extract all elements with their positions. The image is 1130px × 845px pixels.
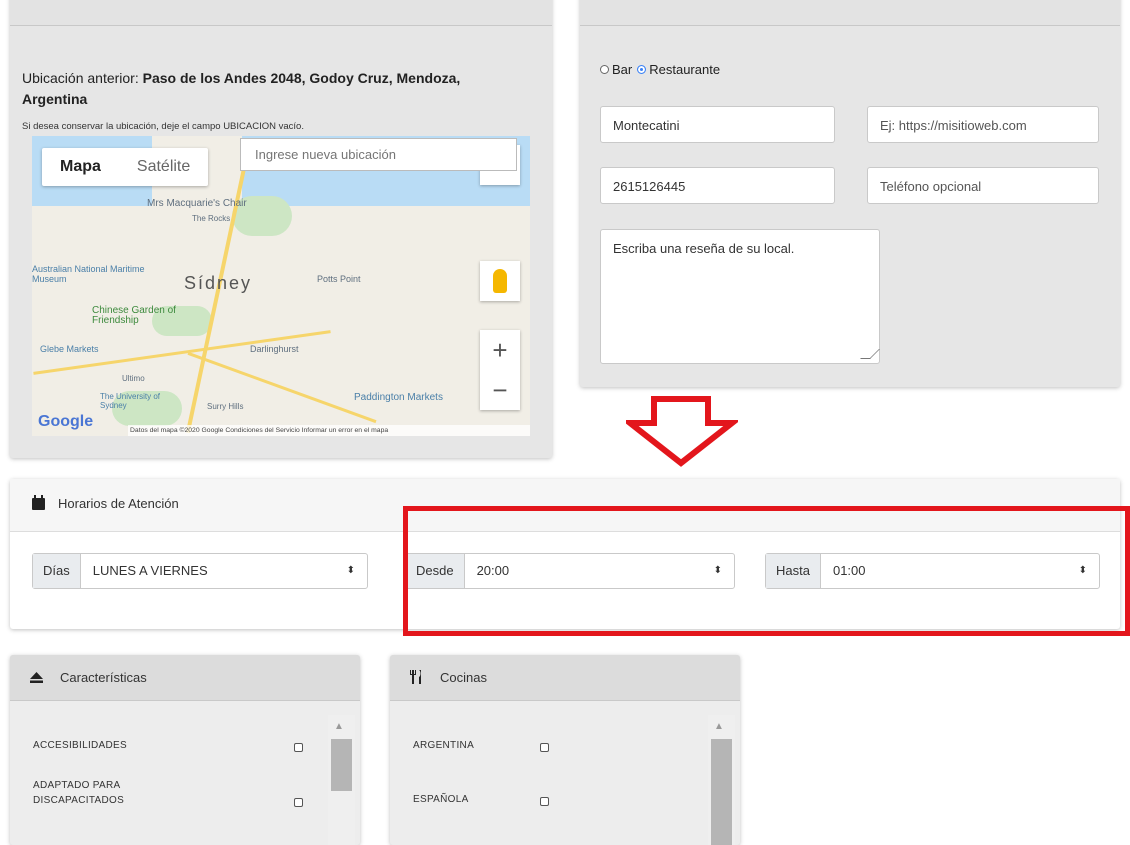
features-card: Características ACCESIBILIDADES ADAPTADO… [10,655,360,845]
location-card-header [10,0,552,26]
map-label: Glebe Markets [40,344,99,354]
feature-label: ACCESIBILIDADES [33,740,127,751]
cuisine-checkbox[interactable] [540,743,549,752]
map-label-city: Sídney [184,273,253,293]
website-field[interactable]: Ej: https://misitioweb.com [867,106,1099,143]
map-label: Ultimo [122,374,145,383]
radio-bar-label: Bar [612,62,633,77]
schedule-title: Horarios de Atención [58,496,179,511]
feature-checkbox[interactable] [294,743,303,752]
map-label: Darlinghurst [250,344,299,354]
cuisines-list: ARGENTINA ESPAÑOLA [390,701,740,845]
location-hint: Si desea conservar la ubicación, deje el… [22,121,304,132]
down-arrow-icon [626,396,738,467]
map-tab-map[interactable]: Mapa [42,148,119,186]
map-label: Paddington Markets [354,392,443,403]
utensils-icon [410,670,421,684]
phone-optional-field[interactable]: Teléfono opcional [867,167,1099,204]
days-select[interactable]: LUNES A VIERNES ⬍ [81,554,367,588]
phone-field[interactable]: 2615126445 [600,167,835,204]
google-logo: Google [38,413,94,430]
feature-checkbox[interactable] [294,798,303,807]
cuisine-checkbox[interactable] [540,797,549,806]
review-textarea[interactable]: Escriba una reseña de su local. [600,229,880,364]
days-select-value: LUNES A VIERNES [92,563,208,578]
radio-bar[interactable] [600,65,609,74]
highlight-box [403,506,1130,636]
name-field[interactable]: Montecatini [600,106,835,143]
cuisine-label: ESPAÑOLA [413,794,469,805]
features-title: Características [60,670,147,685]
cuisines-header: Cocinas [390,655,740,701]
cuisine-label: ARGENTINA [413,740,475,751]
data-card-header [580,0,1120,26]
calendar-icon [32,495,45,510]
map[interactable]: Mrs Macquarie's Chair The Rocks Australi… [32,136,530,436]
days-label: Días [33,554,81,588]
map-type-control: Mapa Satélite [42,148,209,186]
map-label: Surry Hills [207,402,244,411]
radio-restaurant-label: Restaurante [649,62,721,77]
features-scrollbar[interactable]: ▲ [328,715,355,845]
map-label: Potts Point [317,274,361,284]
map-label: The University of Sydney [100,392,161,410]
scroll-up-icon[interactable]: ▲ [714,721,724,732]
features-list: ACCESIBILIDADES ADAPTADO PARA DISCAPACIT… [10,701,360,845]
resize-handle-icon[interactable] [860,349,880,359]
cuisines-scrollbar[interactable]: ▲ [708,715,735,845]
select-caret-icon: ⬍ [346,565,355,576]
map-tab-satellite[interactable]: Satélite [119,148,208,186]
type-radio-group: Bar Restaurante [600,62,720,77]
pegman-icon [493,269,507,293]
cuisines-card: Cocinas ARGENTINA ESPAÑOLA ▲ [390,655,740,845]
previous-location-label: Ubicación anterior: [22,70,143,86]
scroll-thumb[interactable] [711,739,732,845]
scroll-up-icon[interactable]: ▲ [334,721,344,732]
map-label: Chinese Garden of Friendship [92,305,176,326]
zoom-control: + − [480,330,520,410]
scroll-thumb[interactable] [331,739,352,791]
location-search-input[interactable] [240,138,517,171]
eject-icon [30,672,43,683]
zoom-out-button[interactable]: − [480,370,520,410]
features-header: Características [10,655,360,701]
cuisines-title: Cocinas [440,670,487,685]
map-label: Mrs Macquarie's Chair [147,198,247,209]
days-group: Días LUNES A VIERNES ⬍ [32,553,368,589]
zoom-in-button[interactable]: + [480,330,520,370]
previous-location: Ubicación anterior: Paso de los Andes 20… [22,68,522,110]
street-view-icon[interactable] [480,261,520,301]
map-footer: Datos del mapa ©2020 Google Condiciones … [128,425,530,436]
feature-label: ADAPTADO PARA DISCAPACITADOS [33,780,125,806]
radio-restaurant[interactable] [637,65,647,74]
review-placeholder: Escriba una reseña de su local. [613,241,795,256]
map-label: The Rocks [192,214,231,223]
map-label: Australian National Maritime Museum [32,264,145,284]
